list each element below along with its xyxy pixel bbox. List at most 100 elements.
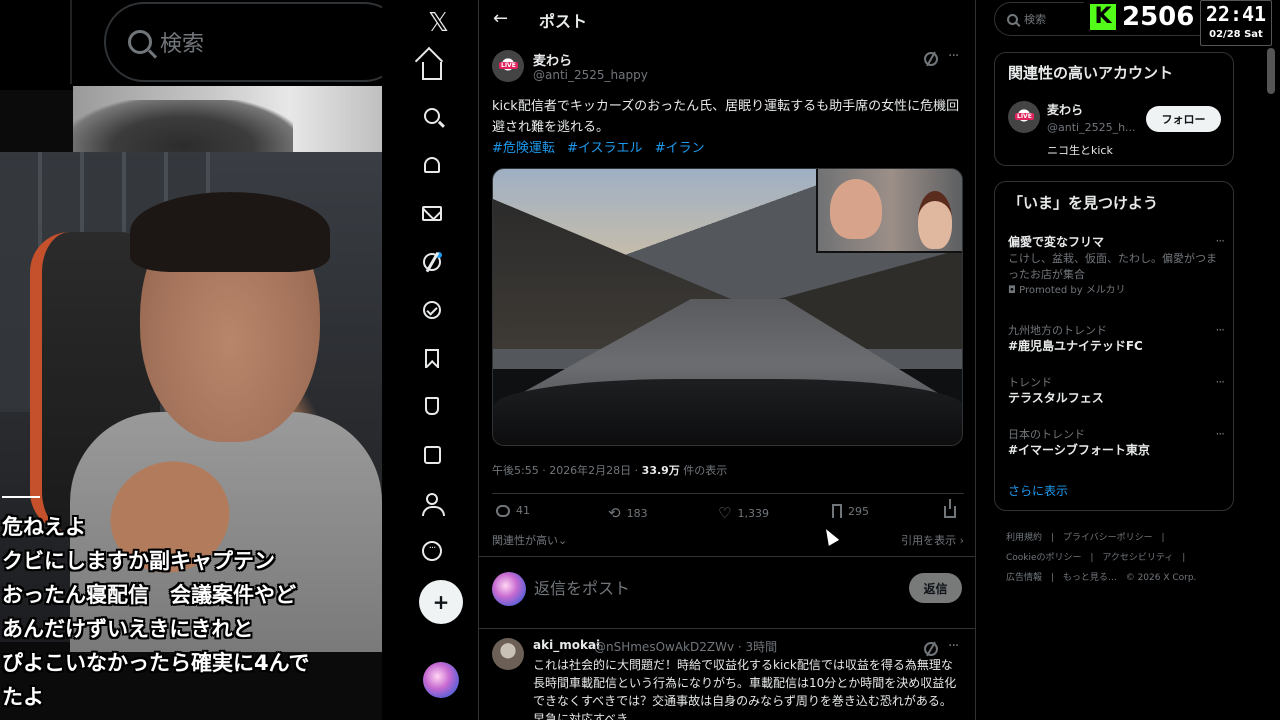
bookmarks-icon[interactable] [420, 346, 444, 370]
related-handle[interactable]: @anti_2525_h... [1047, 121, 1136, 134]
repost-button[interactable]: ⟲ 183 [608, 504, 648, 522]
footer-separator: | [1182, 553, 1186, 563]
zoomed-search-box: 検索 [104, 2, 382, 82]
grok-icon[interactable] [924, 52, 938, 66]
related-accounts-card: 関連性の高いアカウント LIVE 麦わら @anti_2525_h... ニコ生… [994, 52, 1234, 166]
footer-link[interactable]: Cookieのポリシー [1006, 553, 1082, 563]
views-count: 33.9万 [641, 464, 680, 477]
footer-link[interactable]: アクセシビリティ [1102, 553, 1173, 563]
grok-icon[interactable] [924, 642, 938, 656]
viewer-count: 2506 [1122, 2, 1195, 32]
grok-icon[interactable] [420, 250, 444, 274]
more-options-icon[interactable]: ··· [948, 48, 959, 64]
reply-avatar[interactable] [492, 638, 524, 670]
trend-context: 九州地方のトレンド [1008, 324, 1107, 337]
live-badge: LIVE [1015, 113, 1034, 120]
related-name[interactable]: 麦わら [1047, 101, 1083, 118]
reply-composer: 返信 [492, 570, 964, 610]
account-avatar[interactable] [423, 662, 459, 698]
caption-line: おったん寝配信 会議案件やど [2, 583, 296, 607]
reply-button[interactable]: 41 [496, 504, 530, 517]
trend-item[interactable]: 九州地方のトレンド #鹿児島ユナイテッドFC ··· [1008, 323, 1226, 355]
more-options-icon[interactable]: ··· [1216, 323, 1226, 337]
scrollbar[interactable] [1267, 48, 1275, 94]
caption-marker [2, 496, 40, 498]
hair-image [73, 100, 293, 152]
search-icon [1007, 13, 1018, 25]
trend-name: #イマーシブフォート東京 [1008, 443, 1150, 457]
post-avatar[interactable]: LIVE [492, 50, 524, 82]
reply-author-name[interactable]: aki_mokai [533, 638, 600, 652]
compose-post-button[interactable]: + [419, 580, 463, 624]
notifications-icon[interactable] [420, 153, 444, 177]
like-button[interactable]: ♡ 1,339 [718, 504, 769, 522]
verified-icon[interactable] [420, 298, 444, 322]
trend-item[interactable]: 日本のトレンド #イマーシブフォート東京 ··· [1008, 427, 1226, 459]
divider [479, 556, 975, 557]
follow-button[interactable]: フォロー [1146, 106, 1221, 132]
post-author-name[interactable]: 麦わら [533, 50, 572, 69]
post-text: kick配信者でキッカーズのおったん氏、居眠り運転するも助手席の女性に危機回避さ… [492, 99, 960, 135]
footer-separator: | [1090, 553, 1094, 563]
labs-icon[interactable] [420, 394, 444, 418]
articles-icon[interactable] [420, 443, 444, 467]
post-actions: 41 ⟲ 183 ♡ 1,339 295 [492, 499, 964, 526]
zoomed-search-placeholder: 検索 [160, 32, 205, 57]
footer-link[interactable]: 利用規約 [1006, 533, 1042, 543]
reply-text: これは社会的に大問題だ！時給で収益化するkick配信では収益を得る為無理な長時間… [533, 658, 957, 720]
post-header: ← ポスト [479, 0, 975, 38]
more-options-icon[interactable]: ··· [1216, 375, 1226, 389]
view-quotes-link[interactable]: 引用を表示 › [901, 532, 964, 548]
more-options-icon[interactable]: ··· [1216, 427, 1226, 441]
share-button[interactable] [944, 499, 956, 518]
more-icon[interactable]: ··· [420, 539, 444, 563]
show-more-link[interactable]: さらに表示 [1008, 482, 1068, 499]
footer-link[interactable]: プライバシーポリシー [1063, 533, 1153, 543]
compose-icon: + [432, 590, 450, 614]
post-time[interactable]: 午後5:55 · 2026年2月28日 · [492, 464, 642, 477]
back-arrow-icon[interactable]: ← [493, 8, 508, 29]
composer-avatar [492, 572, 526, 606]
live-badge: LIVE [499, 62, 518, 69]
page-title: ポスト [539, 12, 588, 31]
clock-date: 02/28 Sat [1209, 29, 1263, 40]
post-author-handle[interactable]: @anti_2525_happy [533, 68, 648, 82]
reply-input[interactable] [534, 576, 894, 600]
more-options-icon[interactable]: ··· [1216, 234, 1226, 248]
heart-icon: ♡ [718, 504, 732, 522]
post-timestamp: 午後5:55 · 2026年2月28日 · 33.9万 件の表示 [492, 462, 727, 478]
copyright: © 2026 X Corp. [1125, 573, 1197, 583]
hashtag-link[interactable]: #危険運転 [492, 141, 555, 156]
right-sidebar: 検索 K 2506 22:41 02/28 Sat 関連性の高いアカウント LI… [976, 0, 1280, 720]
reply-submit-button[interactable]: 返信 [909, 573, 962, 603]
footer-link[interactable]: 広告情報 [1006, 573, 1042, 583]
bookmark-button[interactable]: 295 [832, 504, 869, 518]
caption-line: ぴよこいなかったら確実に4んで [2, 651, 310, 675]
hashtag-link[interactable]: #イスラエル [567, 141, 643, 156]
reply-author-handle[interactable]: @nSHmesOwAkD2ZWv · 3時間 [594, 638, 777, 655]
share-icon [944, 499, 956, 518]
footer-link[interactable]: もっと見る… [1063, 573, 1117, 583]
divider [70, 0, 72, 84]
related-avatar[interactable]: LIVE [1008, 101, 1040, 133]
sort-relevance-dropdown[interactable]: 関連性が高い⌄ [492, 532, 567, 548]
trend-context: トレンド [1008, 376, 1052, 389]
messages-icon[interactable] [420, 201, 444, 225]
hashtag-link[interactable]: #イラン [655, 141, 705, 156]
x-sidebar-nav: 𝕏 ··· + [382, 0, 478, 720]
unread-dot [436, 252, 442, 258]
bookmark-icon [832, 504, 842, 518]
profile-icon[interactable] [420, 491, 445, 516]
more-options-icon[interactable]: ··· [948, 638, 959, 654]
bookmark-count: 295 [848, 504, 869, 518]
trend-item[interactable]: トレンド テラスタルフェス ··· [1008, 375, 1226, 407]
trend-item[interactable]: 偏愛で変なフリマ こけし、盆栽、仮面、たわし。偏愛がつまったお店が集合 ◘ Pr… [1008, 234, 1226, 298]
repost-count: 183 [626, 506, 648, 520]
trend-desc: こけし、盆栽、仮面、たわし。偏愛がつまったお店が集合 [1008, 252, 1217, 281]
post-video[interactable] [492, 168, 963, 446]
related-bio: ニコ生とkick [1047, 144, 1113, 157]
search-icon[interactable] [420, 104, 444, 128]
home-icon[interactable] [420, 56, 444, 80]
trend-name: #鹿児島ユナイテッドFC [1008, 339, 1143, 353]
x-logo-icon[interactable]: 𝕏 [428, 8, 449, 38]
